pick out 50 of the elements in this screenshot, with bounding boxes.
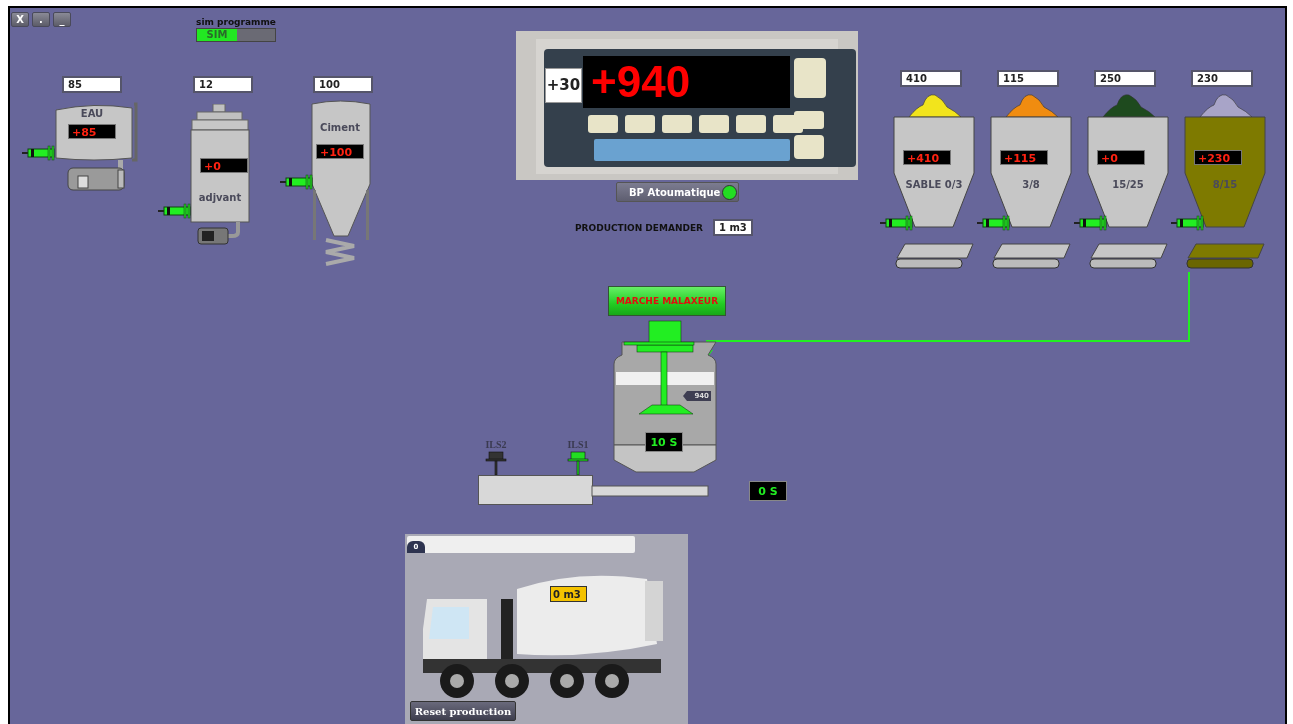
sensor-icon bbox=[22, 146, 58, 160]
limit-switch-icon bbox=[486, 452, 506, 476]
weight-reading: +0 bbox=[1097, 150, 1145, 165]
truck-load: 0 m3 bbox=[550, 586, 587, 602]
tank-label: EAU bbox=[80, 108, 104, 119]
weight-display: +940 bbox=[583, 56, 790, 108]
sensor-icon bbox=[280, 175, 316, 189]
sensor-label: ILS1 bbox=[566, 439, 590, 450]
production-field[interactable]: 1 m3 bbox=[713, 219, 753, 236]
auto-button[interactable]: BP Atoumatique bbox=[616, 182, 740, 202]
sensor-icon bbox=[1171, 216, 1207, 230]
sensor-icon bbox=[158, 204, 194, 218]
tank-label: Ciment bbox=[320, 122, 360, 133]
weight-reading: +0 bbox=[200, 158, 248, 173]
setpoint-field[interactable]: 230 bbox=[1191, 70, 1253, 87]
weight-reading: +410 bbox=[903, 150, 951, 165]
sensor-icon bbox=[880, 216, 916, 230]
conveyor-icon bbox=[895, 242, 975, 270]
reset-production-button[interactable]: Reset production bbox=[410, 701, 516, 721]
hopper-label: 3/8 bbox=[1022, 179, 1040, 190]
limit-switch-icon bbox=[568, 452, 588, 476]
weight-reading: +230 bbox=[1194, 150, 1242, 165]
conveyor-icon bbox=[1089, 242, 1169, 270]
sim-toggle[interactable]: SIM bbox=[196, 28, 276, 42]
setpoint-field[interactable]: 12 bbox=[193, 76, 253, 93]
window-button[interactable]: X bbox=[11, 12, 29, 27]
tare-display: +30 bbox=[545, 68, 582, 103]
window-button[interactable]: _ bbox=[53, 12, 71, 27]
sim-label: sim programme bbox=[196, 17, 276, 27]
weight-reading: +85 bbox=[68, 124, 116, 139]
hopper-label: 15/25 bbox=[1112, 179, 1144, 190]
tank-label: adjvant bbox=[198, 192, 242, 203]
setpoint-field[interactable]: 250 bbox=[1094, 70, 1156, 87]
sensor-icon bbox=[1074, 216, 1110, 230]
sensor-icon bbox=[977, 216, 1013, 230]
setpoint-field[interactable]: 115 bbox=[997, 70, 1059, 87]
setpoint-field[interactable]: 100 bbox=[313, 76, 373, 93]
hopper-label: 8/15 bbox=[1212, 179, 1238, 190]
production-label: PRODUCTION DEMANDER bbox=[575, 222, 703, 233]
setpoint-field[interactable]: 410 bbox=[900, 70, 962, 87]
mix-timer: 10 S bbox=[645, 432, 683, 452]
hopper-label: SABLE 0/3 bbox=[905, 179, 963, 190]
weight-reading: +115 bbox=[1000, 150, 1048, 165]
discharge-timer: 0 S bbox=[749, 481, 787, 501]
weight-reading: +100 bbox=[316, 144, 364, 159]
sensor-label: ILS2 bbox=[484, 439, 508, 450]
window-button[interactable]: . bbox=[32, 12, 50, 27]
conveyor-icon bbox=[1186, 242, 1266, 270]
conveyor-icon bbox=[992, 242, 1072, 270]
setpoint-field[interactable]: 85 bbox=[62, 76, 122, 93]
